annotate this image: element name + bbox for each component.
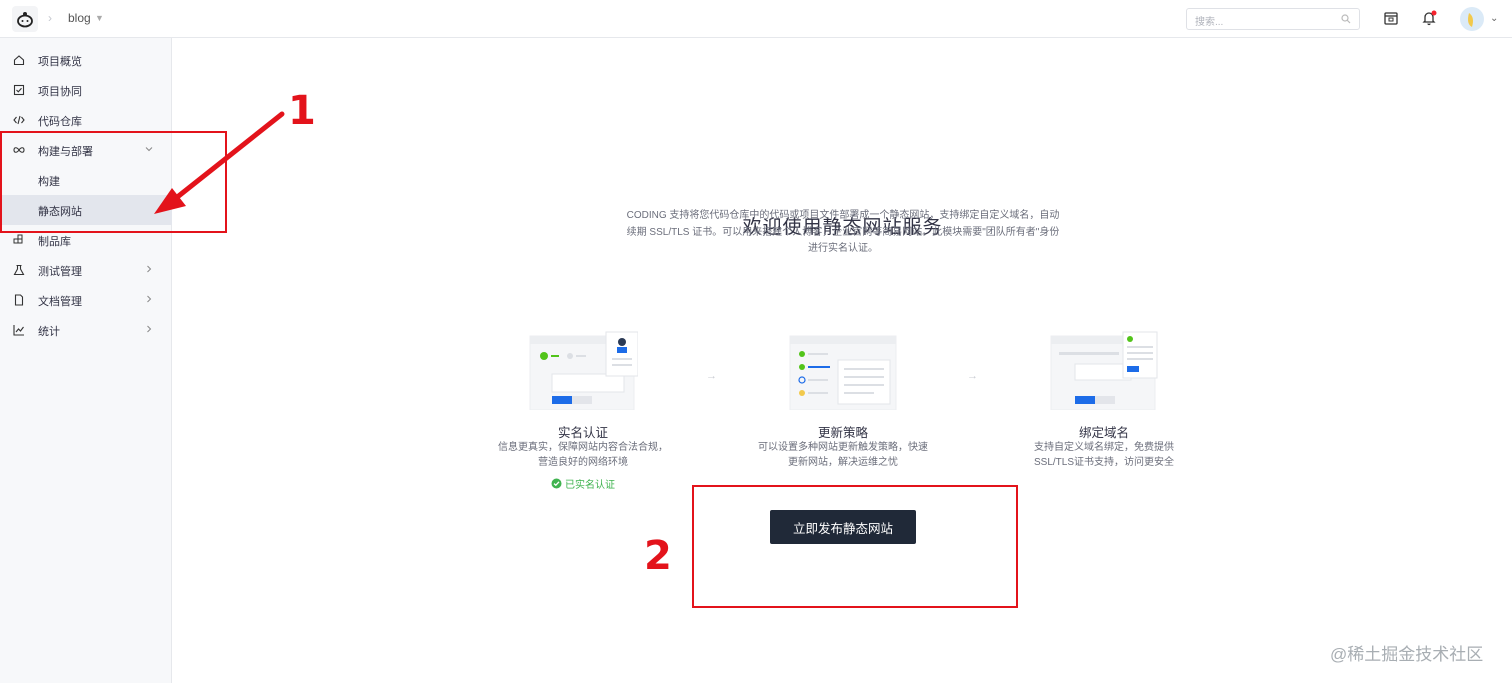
chevron-right-icon [147, 295, 152, 303]
sidebar-item-collaboration[interactable]: 项目协同 [0, 75, 172, 105]
annotation-box-2 [692, 485, 1018, 608]
chart-icon [13, 325, 24, 336]
annotation-arrow-icon [154, 111, 285, 214]
sidebar-item-label: 项目协同 [38, 86, 82, 98]
card-title: 实名认证 [557, 426, 608, 440]
package-icon [13, 234, 23, 244]
update-strategy-illustration [788, 330, 898, 411]
sidebar-item-statistics[interactable]: 统计 [0, 315, 172, 345]
verified-status: 已实名认证 [498, 476, 668, 491]
home-icon [13, 55, 25, 66]
card-title: 绑定域名 [1078, 426, 1129, 440]
flask-icon [13, 264, 25, 276]
step-arrow-icon: → [706, 370, 717, 382]
annotation-label-1: 1 [288, 88, 316, 134]
sidebar-item-overview[interactable]: 项目概览 [0, 45, 172, 75]
card-title: 更新策略 [817, 426, 868, 440]
card-description: 可以设置多种网站更新触发策略，快速更新网站，解决运维之忧 [758, 442, 928, 468]
card-description: 信息更真实，保障网站内容合法合规，营造良好的网络环境 [498, 442, 668, 468]
sidebar-item-label: 制品库 [38, 236, 71, 248]
verified-label: 已实名认证 [565, 480, 615, 491]
sidebar-item-label: 文档管理 [38, 296, 82, 308]
bell-icon[interactable] [1421, 10, 1437, 26]
sidebar-item-docs[interactable]: 文档管理 [0, 285, 172, 315]
sidebar-item-label: 统计 [38, 326, 60, 338]
chevron-down-icon[interactable]: ⌄ [1490, 13, 1498, 24]
checkbox-icon [13, 84, 25, 96]
breadcrumb-separator-icon: › [48, 11, 52, 25]
step-arrow-icon: → [967, 370, 978, 382]
sidebar-item-label: 项目概览 [38, 56, 82, 68]
feature-card-update-strategy: 更新策略 可以设置多种网站更新触发策略，快速更新网站，解决运维之忧 [758, 330, 928, 468]
code-icon [13, 115, 25, 125]
calendar-icon[interactable] [1383, 10, 1399, 26]
verification-illustration [528, 330, 639, 411]
page-description: CODING 支持将您代码仓库中的代码或项目文件部署成一个静态网站，支持绑定自定… [626, 210, 1060, 254]
document-icon [14, 294, 24, 306]
card-description: 支持自定义域名绑定，免费提供SSL/TLS证书支持，访问更安全 [1033, 442, 1175, 468]
sidebar-item-label: 测试管理 [38, 266, 82, 278]
coding-logo-icon[interactable] [12, 6, 38, 32]
chevron-right-icon [147, 325, 152, 333]
search-placeholder: 搜索... [1195, 17, 1224, 28]
sidebar-item-label: 代码仓库 [38, 116, 82, 128]
bind-domain-illustration [1049, 330, 1159, 411]
top-bar: › blog ▼ 搜索... ⌄ [0, 0, 1512, 38]
feature-card-bind-domain: 绑定域名 支持自定义域名绑定，免费提供SSL/TLS证书支持，访问更安全 [1019, 330, 1189, 468]
chevron-right-icon [147, 265, 152, 273]
sidebar-item-test-management[interactable]: 测试管理 [0, 255, 172, 285]
watermark: @稀土掘金技术社区 [1330, 645, 1484, 664]
check-circle-icon [551, 478, 562, 489]
search-icon [1341, 14, 1351, 24]
search-input[interactable]: 搜索... [1186, 8, 1360, 30]
annotation-label-2: 2 [644, 533, 672, 579]
caret-down-icon[interactable]: ▼ [95, 13, 104, 23]
project-name[interactable]: blog [68, 11, 91, 25]
avatar[interactable] [1460, 7, 1484, 31]
feature-card-verification: 实名认证 信息更真实，保障网站内容合法合规，营造良好的网络环境 已实名认证 [498, 330, 668, 491]
